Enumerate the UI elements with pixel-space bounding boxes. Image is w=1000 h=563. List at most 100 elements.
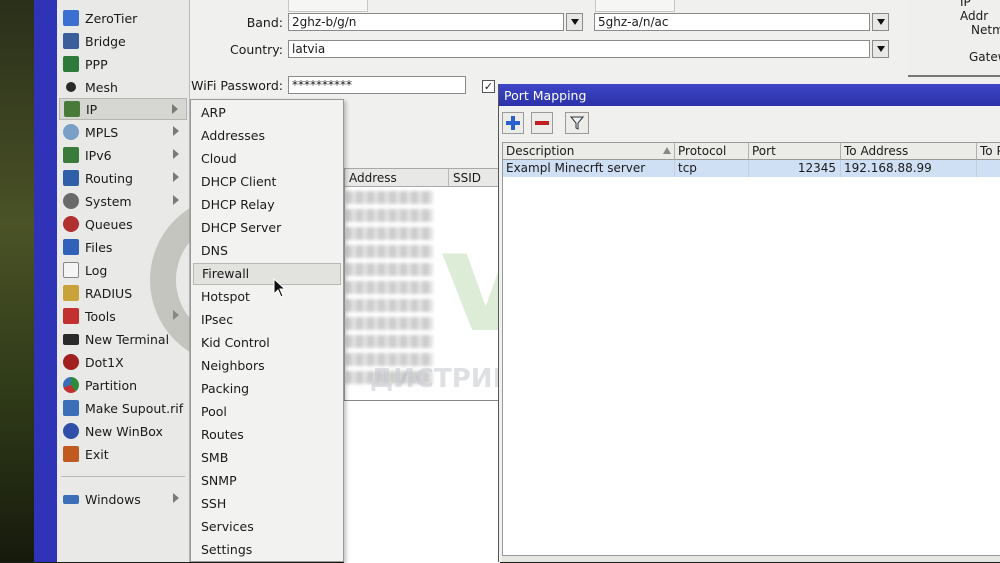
remove-button[interactable] xyxy=(531,112,553,134)
queues-icon xyxy=(63,216,79,232)
blurred-cell xyxy=(345,299,433,312)
sidebar-menu: ZeroTier Bridge PPP Mesh IP MPLS IPv6 Ro… xyxy=(57,0,190,562)
submenu-item-firewall[interactable]: Firewall xyxy=(193,263,341,285)
cell-port: 12345 xyxy=(749,160,841,177)
column-header-to-port[interactable]: To P xyxy=(977,143,1000,160)
port-mapping-title-bar[interactable]: Port Mapping xyxy=(499,84,1000,106)
sidebar-item-ppp[interactable]: PPP xyxy=(59,53,187,75)
submenu-item-packing[interactable]: Packing xyxy=(193,378,341,400)
country-label: Country: xyxy=(230,42,283,57)
lower-empty-table xyxy=(344,400,500,563)
sidebar-item-ip[interactable]: IP xyxy=(59,98,187,120)
mpls-icon xyxy=(63,124,79,140)
submenu-item-ipsec[interactable]: IPsec xyxy=(193,309,341,331)
dropdown-arrow-icon xyxy=(876,46,885,52)
submenu-item-arp[interactable]: ARP xyxy=(193,102,341,124)
column-header-address[interactable]: Address xyxy=(345,169,449,187)
sidebar-item-mpls[interactable]: MPLS xyxy=(59,121,187,143)
supout-icon xyxy=(63,400,79,416)
sidebar-item-new-winbox[interactable]: New WinBox xyxy=(59,420,187,442)
routing-icon xyxy=(63,170,79,186)
sidebar-item-routing[interactable]: Routing xyxy=(59,167,187,189)
country-select[interactable]: latvia xyxy=(288,40,870,58)
cell-to-port xyxy=(977,160,1000,177)
mesh-icon xyxy=(66,82,76,92)
winbox-icon xyxy=(63,423,79,439)
sidebar-item-files[interactable]: Files xyxy=(59,236,187,258)
sidebar-item-radius[interactable]: RADIUS xyxy=(59,282,187,304)
column-header-ssid[interactable]: SSID xyxy=(449,169,501,187)
show-password-checkbox[interactable]: ✓ xyxy=(482,80,495,93)
files-icon xyxy=(63,239,79,255)
system-icon xyxy=(63,193,79,209)
submenu-item-cloud[interactable]: Cloud xyxy=(193,148,341,170)
submenu-item-addresses[interactable]: Addresses xyxy=(193,125,341,147)
sidebar-item-partition[interactable]: Partition xyxy=(59,374,187,396)
sidebar-item-make-supout[interactable]: Make Supout.rif xyxy=(59,397,187,419)
submenu-item-kid-control[interactable]: Kid Control xyxy=(193,332,341,354)
submenu-item-dns[interactable]: DNS xyxy=(193,240,341,262)
sidebar-item-queues[interactable]: Queues xyxy=(59,213,187,235)
sidebar-item-windows[interactable]: Windows xyxy=(59,488,187,510)
submenu-item-ssh[interactable]: SSH xyxy=(193,493,341,515)
column-header-description[interactable]: Description xyxy=(503,143,675,160)
netmask-label: Netm xyxy=(971,23,1000,37)
country-dropdown-button[interactable] xyxy=(872,40,889,58)
band-24-dropdown-button[interactable] xyxy=(566,13,583,31)
blurred-cell xyxy=(345,335,433,348)
sidebar-item-mesh[interactable]: Mesh xyxy=(59,76,187,98)
network-name-field-5g[interactable] xyxy=(595,0,675,12)
band-5-select[interactable]: 5ghz-a/n/ac xyxy=(594,13,870,31)
sidebar-item-log[interactable]: Log xyxy=(59,259,187,281)
sidebar-item-zerotier[interactable]: ZeroTier xyxy=(59,7,187,29)
submenu-item-snmp[interactable]: SNMP xyxy=(193,470,341,492)
sidebar-item-tools[interactable]: Tools xyxy=(59,305,187,327)
port-mapping-window: Port Mapping Description Protocol Port T… xyxy=(498,84,1000,562)
sidebar-item-new-terminal[interactable]: New Terminal xyxy=(59,328,187,350)
blurred-cell xyxy=(345,245,433,258)
submenu-item-pool[interactable]: Pool xyxy=(193,401,341,423)
column-header-port[interactable]: Port xyxy=(749,143,841,160)
submenu-item-services[interactable]: Services xyxy=(193,516,341,538)
ipv6-icon xyxy=(63,147,79,163)
submenu-item-routes[interactable]: Routes xyxy=(193,424,341,446)
submenu-item-hotspot[interactable]: Hotspot xyxy=(193,286,341,308)
band-24-select[interactable]: 2ghz-b/g/n xyxy=(288,13,564,31)
ppp-icon xyxy=(63,56,79,72)
submenu-item-dhcp-server[interactable]: DHCP Server xyxy=(193,217,341,239)
sidebar-item-ipv6[interactable]: IPv6 xyxy=(59,144,187,166)
submenu-item-dhcp-relay[interactable]: DHCP Relay xyxy=(193,194,341,216)
column-header-to-address[interactable]: To Address xyxy=(841,143,977,160)
band-5-dropdown-button[interactable] xyxy=(872,13,889,31)
submenu-item-neighbors[interactable]: Neighbors xyxy=(193,355,341,377)
wifi-password-input[interactable]: ********** xyxy=(288,76,466,94)
add-button[interactable] xyxy=(502,112,524,134)
submenu-item-dhcp-client[interactable]: DHCP Client xyxy=(193,171,341,193)
sidebar-item-system[interactable]: System xyxy=(59,190,187,212)
chevron-right-icon xyxy=(173,172,179,182)
sort-ascending-icon xyxy=(663,147,671,154)
log-icon xyxy=(63,262,79,278)
winbox-frame xyxy=(34,0,59,562)
gateway-label: Gatew xyxy=(969,50,1000,64)
chevron-right-icon xyxy=(173,126,179,136)
submenu-item-settings[interactable]: Settings xyxy=(193,539,341,561)
column-header-protocol[interactable]: Protocol xyxy=(675,143,749,160)
mouse-cursor-icon xyxy=(273,278,287,298)
chevron-right-icon xyxy=(173,310,179,320)
right-info-panel: IP Addr Netm Gatew xyxy=(908,0,1000,78)
chevron-right-icon xyxy=(173,195,179,205)
network-name-field[interactable] xyxy=(288,0,368,12)
ip-submenu: ARP Addresses Cloud DHCP Client DHCP Rel… xyxy=(190,99,344,562)
filter-icon xyxy=(570,116,584,130)
zerotier-icon xyxy=(63,10,79,26)
submenu-item-smb[interactable]: SMB xyxy=(193,447,341,469)
filter-button[interactable] xyxy=(565,112,589,134)
sidebar-item-dot1x[interactable]: Dot1X xyxy=(59,351,187,373)
dropdown-arrow-icon xyxy=(570,19,579,25)
sidebar-item-exit[interactable]: Exit xyxy=(59,443,187,465)
windows-icon xyxy=(63,494,79,504)
minus-icon xyxy=(535,121,549,125)
sidebar-item-bridge[interactable]: Bridge xyxy=(59,30,187,52)
table-row[interactable]: Exampl Minecrft server tcp 12345 192.168… xyxy=(503,160,1000,177)
